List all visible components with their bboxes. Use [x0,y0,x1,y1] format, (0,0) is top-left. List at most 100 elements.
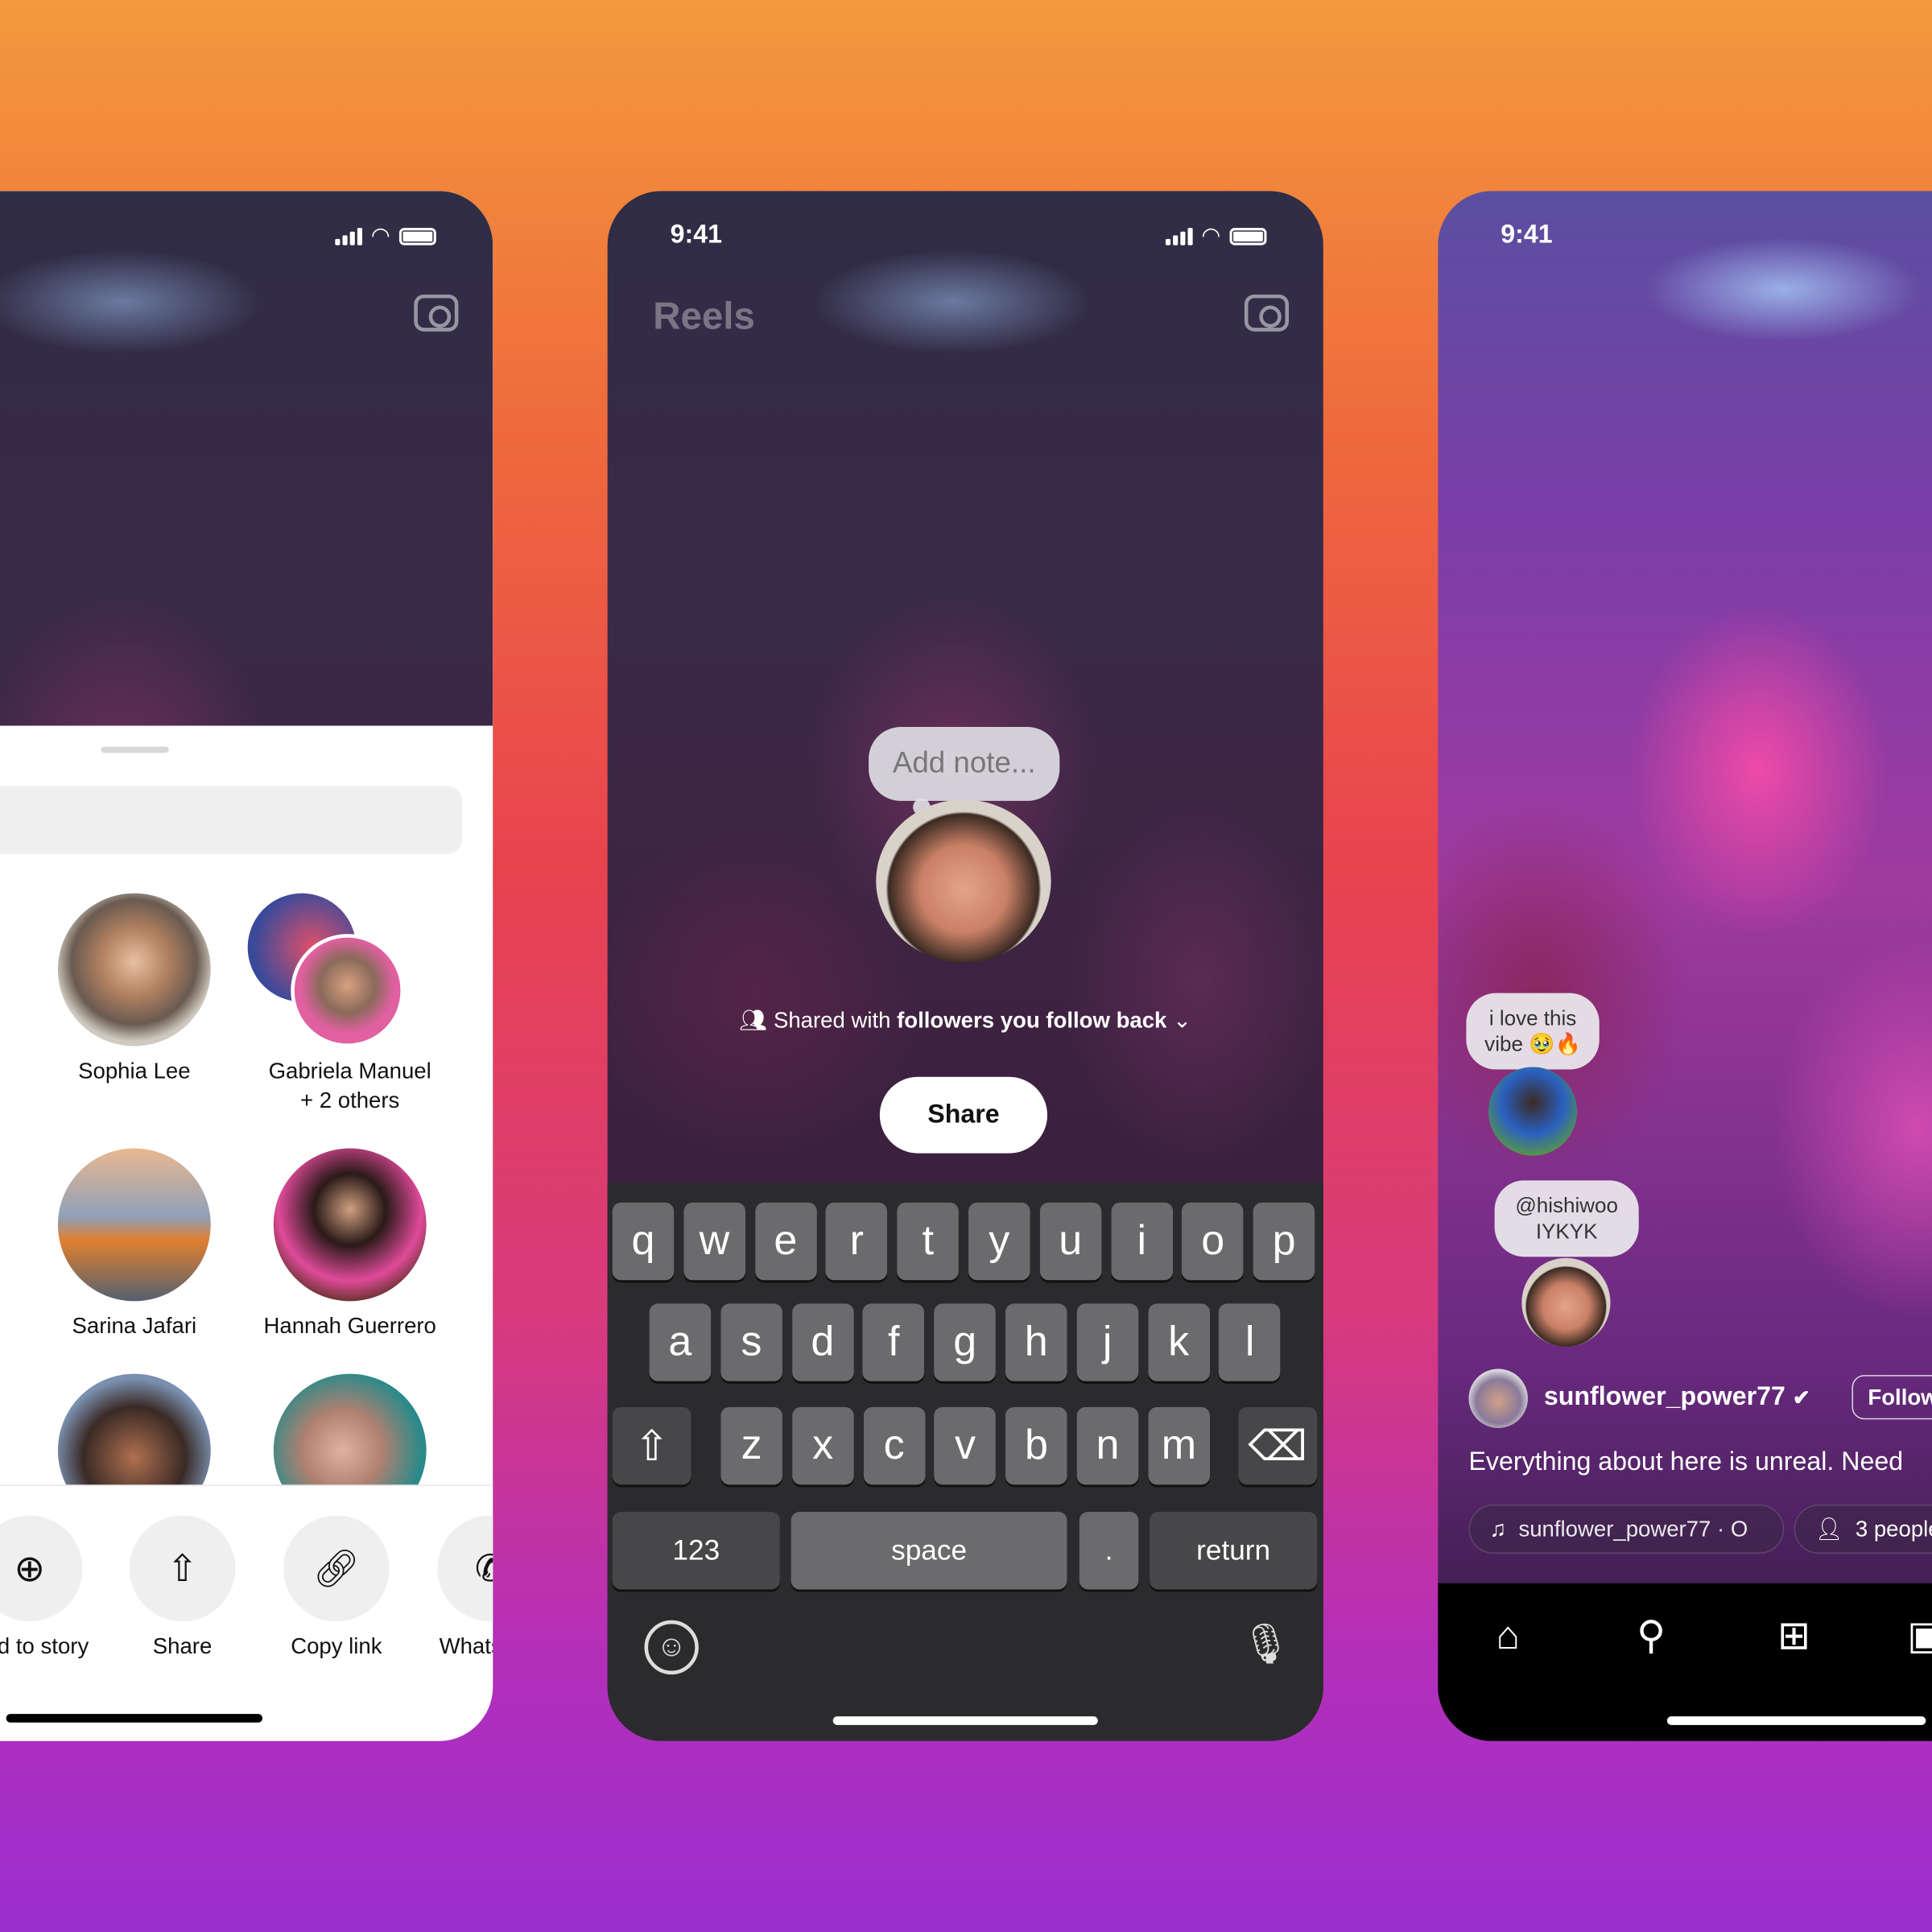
username[interactable]: sunflower_power77 ✔ [1544,1382,1810,1412]
key-s[interactable]: s [720,1303,782,1381]
audio-pill[interactable]: ♫ sunflower_power77 · O [1468,1504,1785,1554]
camera-icon[interactable] [1244,294,1290,332]
key-a[interactable]: a [649,1303,712,1381]
key-v[interactable]: v [934,1406,997,1485]
search-input[interactable] [0,786,462,854]
key-m[interactable]: m [1148,1406,1210,1485]
wifi-icon: ◠ [1201,223,1221,248]
audio-label: sunflower_power77 · O [1518,1516,1748,1542]
key-e[interactable]: e [754,1202,817,1281]
delete-key[interactable]: ⌫ [1238,1406,1318,1485]
create-icon[interactable]: ⊞ [1769,1610,1818,1659]
note-author-avatar[interactable] [1521,1257,1611,1347]
key-y[interactable]: y [968,1202,1030,1281]
key-p[interactable]: p [1253,1202,1315,1281]
contact-name: Gabriela Manuel [268,1058,431,1084]
home-indicator [6,1714,263,1723]
key-n[interactable]: n [1076,1406,1139,1485]
numbers-key[interactable]: 123 [612,1512,780,1590]
contact-name: Sophia Lee [78,1058,191,1084]
key-g[interactable]: g [934,1303,997,1381]
action-label: Share [152,1633,213,1659]
key-x[interactable]: x [791,1406,854,1485]
audience-prefix: Shared with [773,1008,898,1033]
avatar [57,1148,211,1302]
key-h[interactable]: h [1005,1303,1067,1381]
phone-note-composer: 9:41 ◠ Reels Add note... 👥︎ Shared with … [607,191,1323,1741]
share-sheet: Sophia Lee Gabriela Manuel + 2 others Sa… [0,725,493,1741]
home-indicator [1666,1716,1926,1725]
audience-selector[interactable]: 👥︎ Shared with followers you follow back… [608,1008,1323,1034]
share-note-button[interactable]: Share [879,1076,1048,1154]
promo-canvas: ◠ Sophia Lee Gabriela Manuel + 2 others … [0,0,1932,1932]
contact-name: Sarina Jafari [72,1313,197,1339]
microphone-icon[interactable]: 🎙︎ [1241,1620,1290,1679]
share-actions-bar: ⊕Add to story ⇧Share 🔗︎Copy link ✆WhatsA… [0,1484,493,1741]
people-icon: 👥︎ [739,1008,774,1033]
return-key[interactable]: return [1150,1512,1318,1590]
status-icons: ◠ [1165,223,1267,249]
action-label: WhatsApp [439,1633,493,1659]
chevron-down-icon: ⌄ [1166,1008,1192,1033]
key-c[interactable]: c [863,1406,925,1485]
home-icon[interactable]: ⌂ [1484,1610,1533,1659]
note-bubble[interactable]: @hishiwoo IYKYK [1494,1180,1639,1257]
profile-avatar[interactable] [1468,1368,1528,1428]
add-to-story-icon: ⊕ [0,1515,83,1622]
add-note-input[interactable]: Add note... [869,727,1060,816]
follow-button[interactable]: Follow [1852,1375,1932,1420]
space-key[interactable]: space [791,1512,1067,1590]
key-t[interactable]: t [897,1202,960,1281]
search-icon[interactable]: ⚲ [1626,1610,1675,1659]
status-time: 9:41 [1501,220,1553,250]
key-r[interactable]: r [826,1202,888,1281]
avatar [57,893,211,1046]
key-l[interactable]: l [1219,1303,1281,1381]
camera-icon[interactable] [414,294,459,332]
avatar [291,934,405,1048]
key-k[interactable]: k [1147,1303,1210,1381]
phone-reel-view: 9:41 i love this vibe 🥹🔥 @hishiwoo IYKYK… [1438,191,1932,1741]
music-note-icon: ♫ [1489,1516,1507,1542]
battery-icon [398,227,436,245]
key-i[interactable]: i [1110,1202,1173,1281]
note-author-avatar[interactable] [1488,1067,1578,1156]
audience-value: followers you follow back [897,1008,1167,1033]
key-z[interactable]: z [720,1406,782,1485]
whatsapp-icon: ✆ [437,1515,493,1622]
key-w[interactable]: w [683,1202,745,1281]
username-text: sunflower_power77 [1543,1382,1785,1411]
avatar [273,1148,427,1302]
key-u[interactable]: u [1039,1202,1102,1281]
signal-icon [335,227,362,245]
sheet-drag-handle[interactable] [101,746,169,753]
person-icon: 👤︎ [1814,1516,1843,1542]
contact-name: Hannah Guerrero [263,1313,436,1339]
people-label: 3 people [1855,1516,1932,1542]
emoji-icon[interactable]: ☺ [644,1620,699,1675]
period-key[interactable]: . [1079,1512,1139,1590]
key-f[interactable]: f [863,1303,925,1381]
key-o[interactable]: o [1182,1202,1244,1281]
shift-key[interactable]: ⇧ [612,1406,691,1485]
action-label: Copy link [291,1633,382,1659]
home-indicator [832,1716,1098,1725]
share-icon: ⇧ [129,1515,236,1622]
keyboard: ☺ 🎙︎ q w e r t y u i o p a s d f g h j k l ⇧ z x c v b n m ⌫ 123 spac… [607,1183,1323,1741]
reels-icon[interactable]: ▣ [1901,1610,1932,1659]
note-bubble[interactable]: i love this vibe 🥹🔥 [1466,993,1600,1070]
phone-share-sheet: ◠ Sophia Lee Gabriela Manuel + 2 others … [0,191,493,1741]
key-b[interactable]: b [1005,1406,1067,1485]
wifi-icon: ◠ [370,223,390,248]
tagged-people-pill[interactable]: 👤︎ 3 people [1794,1504,1932,1554]
status-icons: ◠ [335,223,436,249]
key-d[interactable]: d [791,1303,854,1381]
page-title: Reels [653,294,755,338]
divider [0,1484,493,1486]
link-icon: 🔗︎ [283,1515,390,1622]
reel-caption[interactable]: Everything about here is unreal. Need [1468,1447,1903,1477]
signal-icon [1165,227,1193,245]
key-q[interactable]: q [612,1202,675,1281]
key-j[interactable]: j [1076,1303,1138,1381]
status-time: 9:41 [670,220,722,250]
